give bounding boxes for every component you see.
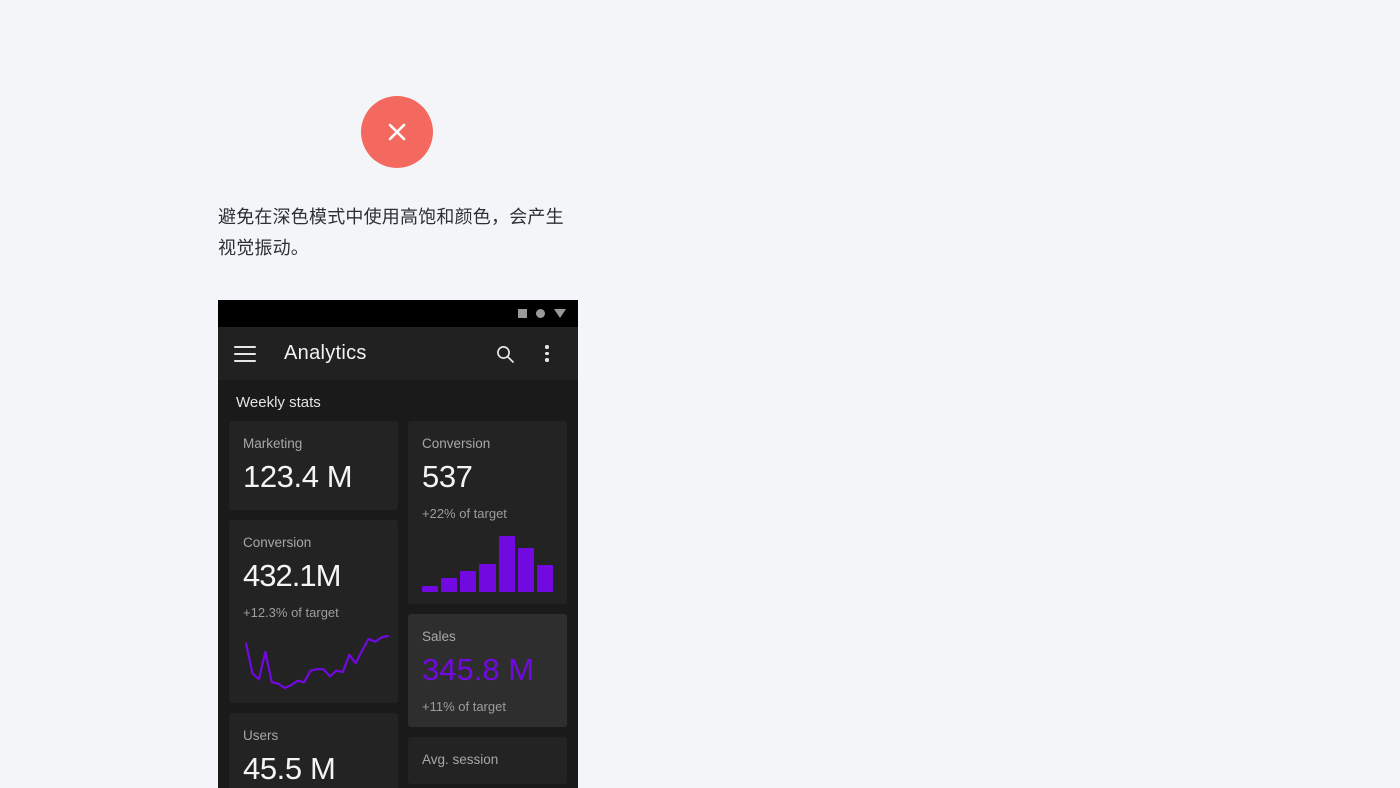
panel-good-example: 在深色模式中，较浅的色调（200~50内的颜色），可读性比较好 Analytic… [700, 0, 1400, 788]
card-label: Avg. session [422, 752, 499, 767]
card-subtext: +22% of target [422, 506, 507, 521]
phone-content-bad: Weekly stats Marketing 123.4 M Conversio… [218, 380, 578, 788]
more-vertical-icon[interactable] [532, 339, 562, 369]
card-label: Sales [422, 629, 456, 644]
card-value: 432.1M [243, 558, 341, 593]
card-subtext: +11% of target [422, 699, 506, 714]
close-icon [388, 123, 406, 141]
app-bar: Analytics [218, 327, 578, 380]
status-bar [218, 300, 578, 327]
sparkline-chart [244, 634, 390, 690]
close-badge [361, 96, 433, 168]
card-label: Users [243, 728, 279, 743]
stat-card-avg-session[interactable]: Avg. session [408, 737, 567, 784]
triangle-down-icon [554, 309, 566, 318]
hamburger-menu-icon[interactable] [234, 345, 256, 362]
bar-5 [498, 536, 515, 592]
bar-1 [422, 585, 439, 592]
square-icon [518, 309, 527, 318]
bar-chart [422, 536, 553, 592]
section-title: Weekly stats [236, 394, 321, 411]
stats-grid: Marketing 123.4 M Conversion 432.1M +12.… [218, 421, 578, 788]
stat-card-sales[interactable]: Sales 345.8 M +11% of target [408, 614, 567, 727]
phone-mockup-bad: Analytics Weekly stats Marketing 123.4 M… [218, 300, 578, 788]
card-label: Conversion [243, 535, 312, 550]
comparison-layout: 避免在深色模式中使用高饱和颜色，会产生视觉振动。 Analytics Weekl… [0, 0, 1400, 788]
stats-column-left: Marketing 123.4 M Conversion 432.1M +12.… [229, 421, 398, 788]
card-value: 123.4 M [243, 459, 353, 494]
bar-2 [441, 578, 458, 592]
caption-bad: 避免在深色模式中使用高饱和颜色，会产生视觉振动。 [218, 207, 564, 259]
page-title: Analytics [284, 342, 367, 364]
stat-card-conversion-bars[interactable]: Conversion 537 +22% of target [408, 421, 567, 604]
circle-icon [536, 309, 545, 318]
bar-6 [517, 548, 534, 592]
stat-card-marketing[interactable]: Marketing 123.4 M [229, 421, 398, 510]
stats-column-right: Conversion 537 +22% of target Sales 345.… [408, 421, 567, 788]
card-subtext: +12.3% of target [243, 605, 339, 620]
bar-3 [460, 570, 477, 592]
bar-4 [479, 564, 496, 592]
card-value: 537 [422, 459, 473, 494]
stat-card-conversion[interactable]: Conversion 432.1M +12.3% of target [229, 520, 398, 703]
card-label: Conversion [422, 436, 491, 451]
card-value: 45.5 M [243, 751, 336, 786]
bar-7 [536, 564, 553, 592]
card-value: 345.8 M [422, 652, 535, 687]
card-label: Marketing [243, 436, 303, 451]
search-icon[interactable] [490, 339, 520, 369]
panel-bad-example: 避免在深色模式中使用高饱和颜色，会产生视觉振动。 Analytics Weekl… [0, 0, 700, 788]
stat-card-users[interactable]: Users 45.5 M [229, 713, 398, 788]
